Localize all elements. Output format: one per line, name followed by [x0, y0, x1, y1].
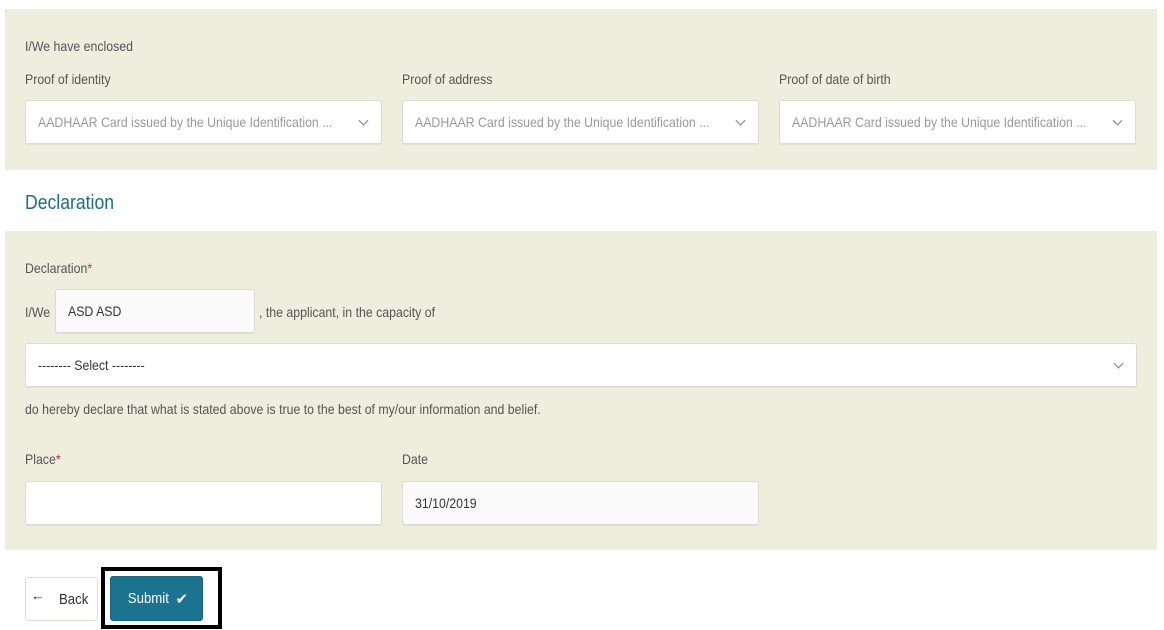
- chevron-down-icon: [1114, 359, 1124, 369]
- applicant-name-field[interactable]: ASD ASD: [55, 289, 255, 333]
- enclosed-intro-label: I/We have enclosed: [25, 38, 133, 54]
- proof-of-dob-value: AADHAAR Card issued by the Unique Identi…: [792, 101, 1086, 143]
- chevron-down-icon: [1113, 116, 1123, 126]
- proof-of-address-value: AADHAAR Card issued by the Unique Identi…: [415, 101, 709, 143]
- required-marker: *: [87, 260, 92, 276]
- section-title-declaration: Declaration: [25, 192, 114, 215]
- place-label: Place*: [25, 451, 61, 467]
- proof-of-address-label: Proof of address: [402, 71, 492, 87]
- capacity-select-value: -------- Select --------: [38, 344, 145, 386]
- proof-of-dob-label: Proof of date of birth: [779, 71, 891, 87]
- place-label-text: Place: [25, 451, 56, 467]
- proof-of-dob-select[interactable]: AADHAAR Card issued by the Unique Identi…: [779, 100, 1136, 144]
- back-button-label: Back: [59, 591, 88, 608]
- date-label: Date: [402, 451, 428, 467]
- arrow-left-icon: 🠀: [33, 589, 43, 610]
- proof-of-identity-select[interactable]: AADHAAR Card issued by the Unique Identi…: [25, 100, 382, 144]
- submit-button-label: Submit: [128, 590, 169, 607]
- declaration-prefix: I/We: [25, 304, 50, 320]
- declaration-label: Declaration*: [25, 260, 92, 276]
- required-marker: *: [56, 451, 61, 467]
- submit-button[interactable]: Submit ✔: [110, 576, 203, 621]
- applicant-name-value: ASD ASD: [68, 290, 121, 332]
- proof-of-address-select[interactable]: AADHAAR Card issued by the Unique Identi…: [402, 100, 759, 144]
- proof-of-identity-value: AADHAAR Card issued by the Unique Identi…: [38, 101, 332, 143]
- chevron-down-icon: [736, 116, 746, 126]
- declaration-label-text: Declaration: [25, 260, 87, 276]
- capacity-select[interactable]: -------- Select --------: [25, 343, 1137, 387]
- declaration-suffix: , the applicant, in the capacity of: [259, 304, 435, 320]
- chevron-down-icon: [359, 116, 369, 126]
- check-icon: ✔: [176, 590, 189, 608]
- place-input[interactable]: [25, 481, 382, 525]
- proof-of-identity-label: Proof of identity: [25, 71, 111, 87]
- date-field[interactable]: 31/10/2019: [402, 481, 759, 525]
- enclosed-documents-panel: [5, 9, 1157, 170]
- declaration-statement: do hereby declare that what is stated ab…: [25, 401, 541, 417]
- date-value: 31/10/2019: [415, 482, 477, 524]
- back-button[interactable]: 🠀 Back: [25, 577, 98, 621]
